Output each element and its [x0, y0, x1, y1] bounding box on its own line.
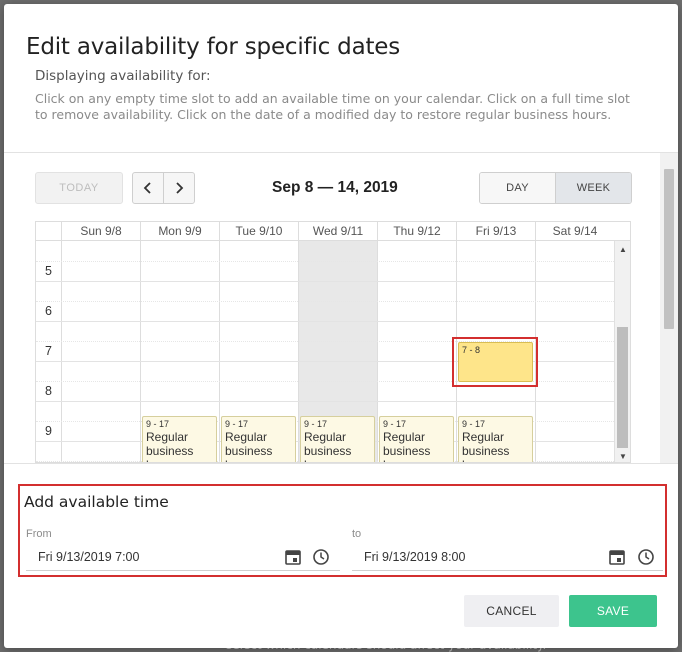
today-button[interactable]: TODAY [35, 172, 123, 204]
week-grid: Sun 9/8 Mon 9/9 Tue 9/10 Wed 9/11 Thu 9/… [35, 221, 631, 463]
clock-icon[interactable] [637, 548, 655, 566]
event-time: 9 - 17 [383, 419, 407, 429]
selected-slot-highlight [452, 337, 538, 387]
scroll-down-arrow-icon[interactable]: ▼ [619, 452, 627, 461]
chevron-left-icon [143, 182, 151, 194]
event-label: Regular business hours [146, 430, 194, 462]
to-value: Fri 9/13/2019 8:00 [364, 550, 466, 564]
time-grid[interactable]: 5 6 7 8 9 7 - 8 9 - 17 Regular business … [36, 241, 630, 462]
event-time: 9 - 17 [304, 419, 328, 429]
hour-label: 7 [45, 344, 52, 358]
day-header[interactable]: Sat 9/14 [535, 222, 614, 241]
clock-icon[interactable] [312, 548, 330, 566]
day-view-button[interactable]: DAY [480, 173, 555, 203]
dialog-title: Edit availability for specific dates [26, 34, 401, 60]
day-header[interactable]: Sun 9/8 [61, 222, 140, 241]
divider [4, 463, 678, 464]
event-time: 9 - 17 [462, 419, 486, 429]
scrollbar-thumb[interactable] [664, 169, 674, 329]
event-label: Regular business hours [225, 430, 273, 462]
regular-hours-event[interactable]: 9 - 17 Regular business hours [458, 416, 533, 462]
day-header[interactable]: Mon 9/9 [140, 222, 219, 241]
event-label: Regular business hours [383, 430, 431, 462]
day-header-row: Sun 9/8 Mon 9/9 Tue 9/10 Wed 9/11 Thu 9/… [36, 222, 630, 241]
day-header[interactable]: Fri 9/13 [456, 222, 535, 241]
week-view-button[interactable]: WEEK [555, 173, 631, 203]
section-title: Add available time [24, 493, 169, 511]
day-column[interactable] [535, 241, 614, 462]
event-label: Regular business hours [462, 430, 510, 462]
hour-gutter: 5 6 7 8 9 [36, 241, 61, 462]
grid-scrollbar[interactable]: ▲ ▼ [614, 241, 630, 462]
half-hour-line [36, 301, 614, 302]
to-datetime-field[interactable]: Fri 9/13/2019 8:00 [352, 544, 663, 571]
dialog-instructions: Click on any empty time slot to add an a… [35, 91, 630, 122]
date-nav-group [132, 172, 195, 204]
add-available-time-panel: Add available time From Fri 9/13/2019 7:… [18, 484, 667, 577]
date-range-title: Sep 8 — 14, 2019 [272, 179, 398, 196]
from-datetime-field[interactable]: Fri 9/13/2019 7:00 [26, 544, 340, 571]
next-week-button[interactable] [163, 173, 194, 203]
view-switcher: DAY WEEK [479, 172, 632, 204]
hour-line [36, 321, 614, 322]
hour-label: 5 [45, 264, 52, 278]
dialog-scrollbar[interactable] [660, 153, 678, 463]
regular-hours-event[interactable]: 9 - 17 Regular business hours [142, 416, 217, 462]
regular-hours-event[interactable]: 9 - 17 Regular business hours [300, 416, 375, 462]
regular-hours-event[interactable]: 9 - 17 Regular business hours [221, 416, 296, 462]
day-header[interactable]: Tue 9/10 [219, 222, 298, 241]
hour-label: 8 [45, 384, 52, 398]
regular-hours-event[interactable]: 9 - 17 Regular business hours [379, 416, 454, 462]
hour-line [36, 401, 614, 402]
day-header[interactable]: Thu 9/12 [377, 222, 456, 241]
day-header[interactable]: Wed 9/11 [298, 222, 377, 241]
scroll-up-arrow-icon[interactable]: ▲ [619, 245, 627, 254]
half-hour-line [36, 261, 614, 262]
calendar-scroll-region[interactable]: TODAY Sep 8 — 14, 2019 DAY WEEK Sun 9/8 … [4, 153, 678, 463]
prev-week-button[interactable] [133, 173, 163, 203]
calendar-icon[interactable] [284, 548, 302, 566]
event-time: 9 - 17 [225, 419, 249, 429]
hour-label: 6 [45, 304, 52, 318]
edit-availability-dialog: Edit availability for specific dates Dis… [4, 4, 678, 648]
event-time: 9 - 17 [146, 419, 170, 429]
scrollbar-thumb[interactable] [617, 327, 628, 448]
chevron-right-icon [176, 182, 184, 194]
event-label: Regular business hours [304, 430, 352, 462]
day-column[interactable] [61, 241, 140, 462]
hour-line [36, 281, 614, 282]
save-button[interactable]: SAVE [569, 595, 657, 627]
from-value: Fri 9/13/2019 7:00 [38, 550, 140, 564]
cancel-button[interactable]: CANCEL [464, 595, 559, 627]
to-label: to [352, 528, 362, 540]
calendar-icon[interactable] [608, 548, 626, 566]
dialog-subtitle: Displaying availability for: [35, 68, 211, 84]
hour-label: 9 [45, 424, 52, 438]
from-label: From [26, 528, 52, 540]
